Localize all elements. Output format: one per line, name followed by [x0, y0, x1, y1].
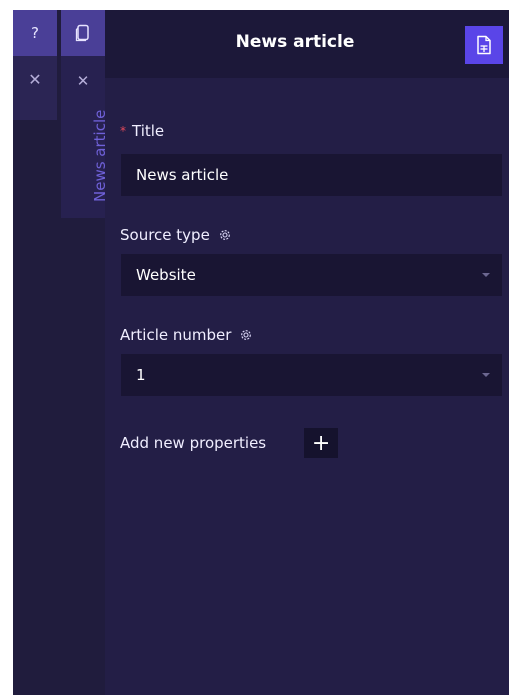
- article-number-select[interactable]: 1: [120, 353, 503, 397]
- title-input-value: News article: [136, 166, 229, 184]
- app-window: ? ✕ ✕ News article News article * Title …: [13, 10, 509, 695]
- gear-icon[interactable]: [218, 228, 232, 242]
- close-tab-icon[interactable]: ✕: [61, 72, 105, 90]
- source-type-value: Website: [136, 266, 196, 284]
- gear-icon[interactable]: [239, 328, 253, 342]
- title-label: * Title: [120, 122, 164, 140]
- add-properties-row: Add new properties +: [120, 428, 339, 458]
- title-input[interactable]: News article: [120, 153, 503, 197]
- plus-icon: +: [311, 430, 331, 456]
- chevron-down-icon: [482, 373, 490, 377]
- source-type-label: Source type: [120, 226, 232, 244]
- add-properties-label: Add new properties: [120, 434, 267, 452]
- article-number-value: 1: [136, 366, 146, 384]
- document-icon: [477, 35, 491, 55]
- close-panel-button[interactable]: ✕: [13, 56, 57, 120]
- main-panel: News article * Title News article Source…: [105, 10, 509, 695]
- page-title: News article: [235, 32, 355, 52]
- article-number-label: Article number: [120, 326, 253, 344]
- close-icon: ✕: [28, 70, 42, 89]
- article-number-label-text: Article number: [120, 326, 232, 344]
- copy-button[interactable]: [61, 10, 105, 56]
- title-label-text: Title: [132, 122, 165, 140]
- source-type-select[interactable]: Website: [120, 253, 503, 297]
- panel-header: News article: [105, 10, 509, 78]
- copy-icon: [75, 24, 89, 42]
- add-property-button[interactable]: +: [304, 428, 339, 458]
- source-type-label-text: Source type: [120, 226, 210, 244]
- required-mark: *: [120, 124, 126, 138]
- help-button[interactable]: ?: [13, 10, 57, 56]
- tab-news-article[interactable]: ✕ News article: [61, 56, 109, 218]
- chevron-down-icon: [482, 273, 490, 277]
- document-button[interactable]: [465, 26, 503, 64]
